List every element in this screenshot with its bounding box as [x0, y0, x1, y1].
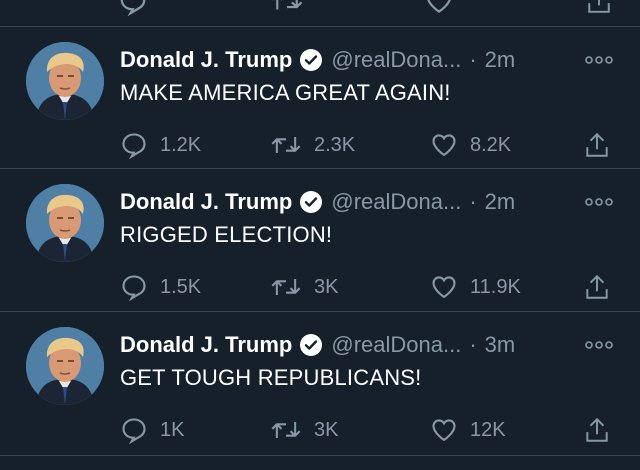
- reply-button[interactable]: 1.5K: [120, 270, 201, 304]
- avatar[interactable]: [26, 327, 104, 405]
- retweet-button[interactable]: 2.3K: [270, 128, 355, 162]
- reply-count: 1.5K: [160, 275, 202, 298]
- share-button[interactable]: [584, 128, 610, 162]
- like-icon: [432, 276, 456, 299]
- profile-photo: [26, 327, 104, 405]
- reply-icon: [122, 275, 146, 301]
- timestamp[interactable]: 3m: [485, 332, 516, 358]
- retweet-icon: [271, 422, 301, 438]
- tweet-3[interactable]: Donald J. Trump @realDona... · 3m GET TO…: [0, 311, 640, 453]
- share-button[interactable]: [584, 270, 610, 304]
- share-button[interactable]: [584, 413, 610, 447]
- like-count: 12K: [470, 418, 506, 441]
- verified-badge-icon: [300, 334, 323, 356]
- retweet-count: 2.3K: [314, 133, 356, 156]
- like-icon: [432, 134, 456, 157]
- retweet-count: 3K: [314, 275, 339, 298]
- profile-photo: [26, 42, 104, 120]
- retweet-icon: [271, 279, 301, 295]
- retweet-button[interactable]: 3K: [270, 413, 338, 447]
- avatar[interactable]: [26, 184, 104, 262]
- tweet-actions: 1.2K 2.3K 8.2K: [120, 128, 620, 162]
- verified-badge-icon: [300, 49, 323, 71]
- reply-button[interactable]: 1.2K: [120, 128, 201, 162]
- reply-icon: [122, 133, 146, 159]
- retweet-count: 3K: [314, 418, 339, 441]
- like-button[interactable]: 11.9K: [430, 270, 521, 304]
- tweet-2[interactable]: Donald J. Trump @realDona... · 2m RIGGED…: [0, 168, 640, 310]
- more-options-icon[interactable]: [584, 338, 614, 352]
- verified-badge-icon: [300, 191, 323, 213]
- user-handle[interactable]: @realDona...: [331, 332, 461, 358]
- like-button[interactable]: 8.2K: [430, 128, 511, 162]
- display-name[interactable]: Donald J. Trump: [120, 332, 292, 358]
- retweet-icon[interactable]: [270, 0, 304, 16]
- previous-tweet-actions: [0, 0, 640, 26]
- more-options-icon[interactable]: [584, 195, 614, 209]
- user-handle[interactable]: @realDona...: [331, 189, 461, 215]
- user-handle[interactable]: @realDona...: [331, 47, 461, 73]
- timestamp[interactable]: 2m: [485, 47, 516, 73]
- display-name[interactable]: Donald J. Trump: [120, 189, 292, 215]
- more-options-icon[interactable]: [584, 53, 614, 67]
- separator-dot: ·: [469, 332, 477, 357]
- reply-icon: [122, 418, 146, 444]
- timestamp[interactable]: 2m: [485, 189, 516, 215]
- like-count: 8.2K: [470, 133, 512, 156]
- like-icon[interactable]: [424, 0, 454, 16]
- share-icon[interactable]: [586, 0, 612, 16]
- tweet-text: MAKE AMERICA GREAT AGAIN!: [120, 80, 451, 105]
- tweet-actions: 1K 3K 12K: [120, 413, 620, 447]
- retweet-button[interactable]: 3K: [270, 270, 338, 304]
- share-icon: [586, 274, 608, 299]
- tweet-header: Donald J. Trump @realDona... · 3m: [120, 330, 515, 360]
- like-count: 11.9K: [470, 275, 521, 298]
- separator-dot: ·: [469, 189, 477, 214]
- retweet-icon: [271, 137, 301, 153]
- tweet-divider: [0, 455, 640, 456]
- separator-dot: ·: [469, 47, 477, 72]
- profile-photo: [26, 184, 104, 262]
- reply-button[interactable]: 1K: [120, 413, 184, 447]
- share-icon: [586, 132, 608, 157]
- tweet-header: Donald J. Trump @realDona... · 2m: [120, 187, 515, 217]
- tweet-text: RIGGED ELECTION!: [120, 222, 333, 247]
- tweet-header: Donald J. Trump @realDona... · 2m: [120, 45, 515, 75]
- avatar[interactable]: [26, 42, 104, 120]
- reply-count: 1.2K: [160, 133, 202, 156]
- like-button[interactable]: 12K: [430, 413, 506, 447]
- tweet-1[interactable]: Donald J. Trump @realDona... · 2m MAKE A…: [0, 26, 640, 168]
- tweet-actions: 1.5K 3K 11.9K: [120, 270, 620, 304]
- tweet-text: GET TOUGH REPUBLICANS!: [120, 365, 422, 390]
- like-icon: [432, 419, 456, 442]
- reply-count: 1K: [160, 418, 185, 441]
- display-name[interactable]: Donald J. Trump: [120, 47, 292, 73]
- reply-icon[interactable]: [118, 0, 148, 16]
- share-icon: [586, 417, 608, 442]
